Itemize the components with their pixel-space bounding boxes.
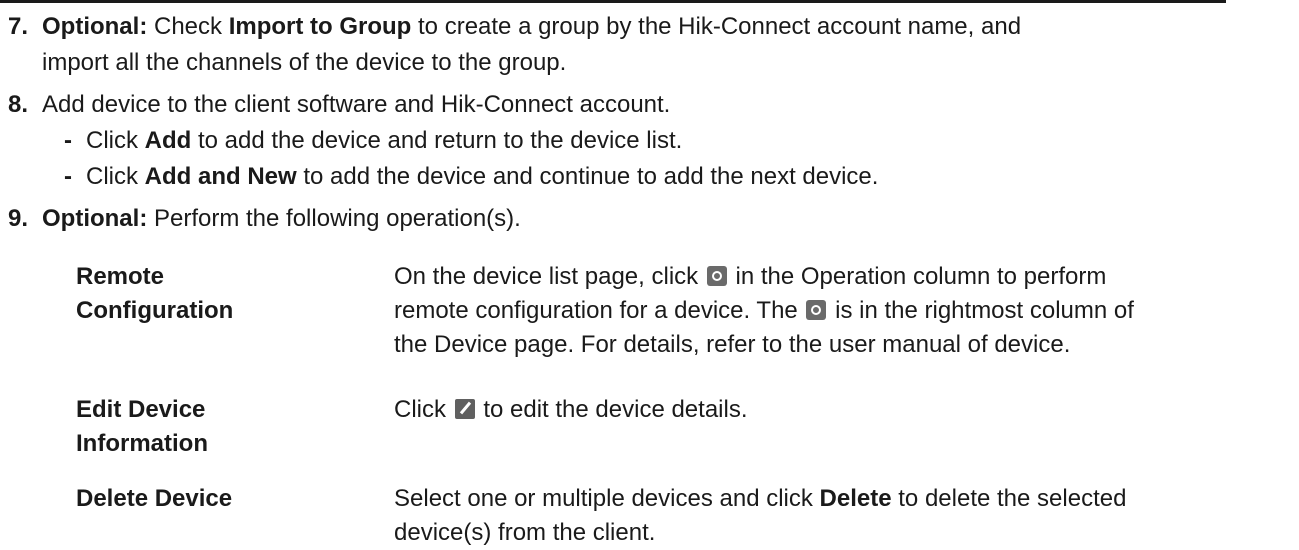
desc-text: Click <box>394 396 453 423</box>
operation-desc-delete-device: Select one or multiple devices and click… <box>394 482 1274 550</box>
operation-label-delete-device: Delete Device <box>76 485 233 512</box>
optional-label: Optional: <box>42 205 148 232</box>
step-number: 7. <box>8 13 29 40</box>
desc-text: device(s) from the client. <box>394 519 656 546</box>
edit-icon <box>454 399 475 419</box>
step-text: Perform the following operation(s). <box>147 205 521 232</box>
bullet: - <box>64 163 72 190</box>
desc-text: to edit the device details. <box>476 396 748 423</box>
gear-icon <box>706 266 727 286</box>
optional-label: Optional: <box>42 13 148 40</box>
operation-label-remote-configuration: Remote Configuration <box>76 260 306 328</box>
desc-text: is in the rightmost column of <box>828 297 1134 324</box>
label-line: Configuration <box>76 297 234 324</box>
desc-text: Select one or multiple devices and click <box>394 485 820 512</box>
substep-add: - Click Add to add the device and return … <box>64 123 682 159</box>
step-text: to create a group by the Hik-Connect acc… <box>411 13 1022 40</box>
desc-text: in the Operation column to perform <box>728 263 1107 290</box>
desc-text: to delete the selected <box>891 485 1127 512</box>
substep-text: to add the device and return to the devi… <box>191 127 683 154</box>
desc-text: the Device page. For details, refer to t… <box>394 331 1071 358</box>
label-line: Information <box>76 430 208 457</box>
step-text: Check <box>147 13 229 40</box>
gear-icon <box>806 300 827 320</box>
add-term: Add <box>144 127 192 154</box>
step-number: 8. <box>8 91 29 118</box>
step-7-continuation: import all the channels of the device to… <box>42 49 567 76</box>
desc-text: remote configuration for a device. The <box>394 297 805 324</box>
label-line: Edit Device <box>76 396 206 423</box>
import-to-group-term: Import to Group <box>228 13 412 40</box>
operation-label-edit-device-information: Edit Device Information <box>76 393 306 461</box>
desc-text: On the device list page, click <box>394 263 705 290</box>
bullet: - <box>64 127 72 154</box>
operation-desc-remote-configuration: On the device list page, click in the Op… <box>394 260 1274 362</box>
step-9: 9. Optional: Perform the following operat… <box>8 201 1228 237</box>
label-line: Remote <box>76 263 165 290</box>
step-text: Add device to the client software and Hi… <box>42 91 671 118</box>
step-number: 9. <box>8 205 29 232</box>
step-7: 7. Optional: Check Import to Group to cre… <box>8 9 1228 45</box>
substep-add-and-new: - Click Add and New to add the device and… <box>64 159 878 195</box>
substep-text: to add the device and continue to add th… <box>296 163 879 190</box>
substep-text: Click <box>86 127 145 154</box>
delete-term: Delete <box>819 485 892 512</box>
operation-desc-edit-device: Click to edit the device details. <box>394 393 1274 427</box>
top-rule <box>0 0 1226 3</box>
add-and-new-term: Add and New <box>144 163 297 190</box>
step-8: 8. Add device to the client software and … <box>8 87 1228 123</box>
substep-text: Click <box>86 163 145 190</box>
